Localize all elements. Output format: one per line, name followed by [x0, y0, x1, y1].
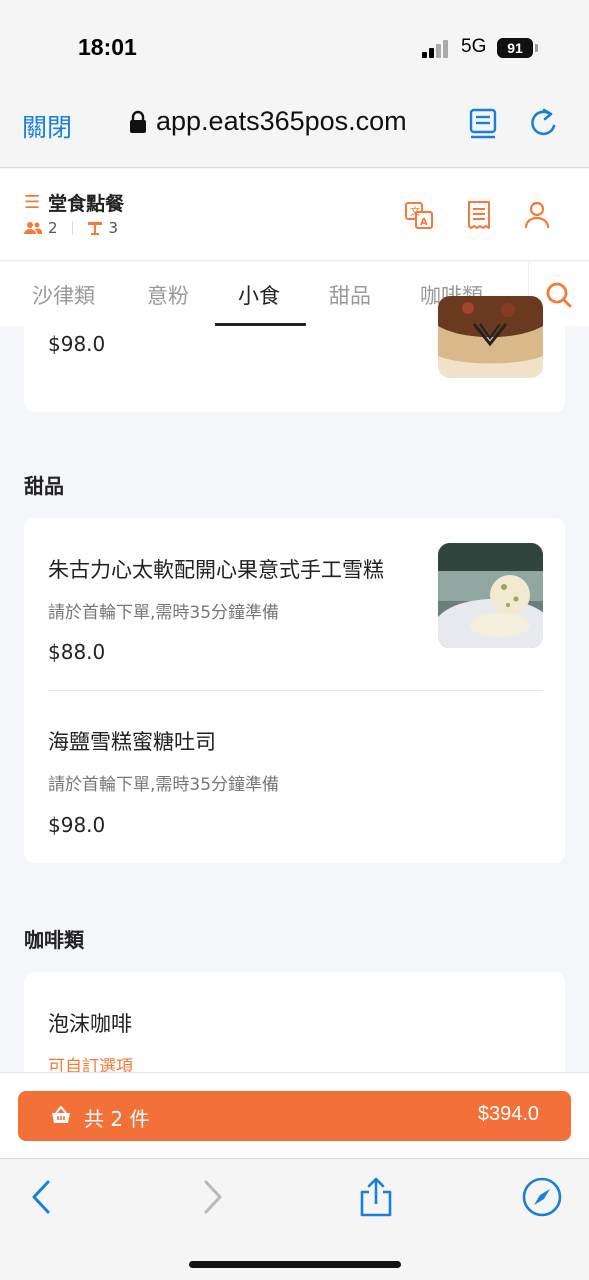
- tab-snacks[interactable]: 小食: [238, 280, 280, 310]
- item-price: $88.0: [48, 640, 106, 664]
- receipt-icon[interactable]: [464, 199, 494, 231]
- section-title-desserts: 甜品: [24, 474, 64, 498]
- compass-icon[interactable]: [522, 1177, 562, 1217]
- cart-count: 共 2 件: [84, 1107, 150, 1131]
- reader-icon[interactable]: [468, 106, 500, 142]
- item-thumbnail: [438, 296, 543, 378]
- home-indicator: [189, 1261, 401, 1268]
- back-icon[interactable]: [22, 1177, 62, 1217]
- item-name: 朱古力心太軟配開心果意式手工雪糕: [48, 558, 384, 582]
- item-name: 泡沫咖啡: [48, 1012, 132, 1036]
- user-icon[interactable]: [522, 199, 552, 231]
- table-info: 2 3: [24, 219, 118, 237]
- menu-icon: ☰: [24, 192, 41, 213]
- cart-total: $394.0: [477, 1103, 539, 1125]
- battery-icon: 91: [497, 38, 533, 58]
- guests-icon: [24, 222, 42, 234]
- status-bar: 18:01 5G 91: [0, 0, 589, 90]
- dessert-card: 朱古力心太軟配開心果意式手工雪糕 請於首輪下單,需時35分鐘準備 $88.0 海…: [24, 518, 565, 863]
- reload-icon[interactable]: [528, 106, 560, 142]
- item-note: 請於首輪下單,需時35分鐘準備: [48, 603, 280, 623]
- browser-toolbar: [0, 1158, 589, 1280]
- svg-text:文: 文: [410, 205, 420, 218]
- signal-icon: [422, 40, 452, 58]
- order-mode[interactable]: ☰ 堂食點餐: [24, 189, 124, 216]
- translate-icon[interactable]: 文 A: [404, 199, 434, 231]
- divider: [71, 221, 73, 235]
- share-icon[interactable]: [356, 1177, 396, 1217]
- svg-text:A: A: [420, 217, 428, 228]
- table-number: 3: [108, 219, 119, 237]
- item-note: 請於首輪下單,需時35分鐘準備: [48, 775, 280, 795]
- item-price: $98.0: [48, 813, 106, 837]
- menu-item-card[interactable]: $98.0: [24, 296, 565, 412]
- cart-area: 共 2 件 $394.0: [0, 1072, 589, 1158]
- section-title-coffee: 咖啡類: [24, 928, 84, 952]
- item-thumbnail: [438, 543, 543, 648]
- url-text: app.eats365pos.com: [156, 106, 407, 136]
- item-divider: [48, 690, 543, 691]
- forward-icon[interactable]: [192, 1177, 232, 1217]
- item-name: 海鹽雪糕蜜糖吐司: [48, 730, 216, 754]
- status-time: 18:01: [78, 34, 137, 60]
- close-button[interactable]: 關閉: [22, 108, 72, 144]
- tab-pasta[interactable]: 意粉: [147, 280, 189, 310]
- tab-desserts[interactable]: 甜品: [329, 280, 371, 310]
- app-header: ☰ 堂食點餐 2 3 文 A: [0, 169, 589, 261]
- network-type: 5G: [461, 36, 487, 57]
- guest-count: 2: [48, 219, 58, 237]
- battery-tip: [535, 44, 538, 52]
- item-price: $98.0: [48, 332, 106, 356]
- basket-icon: [52, 1106, 70, 1123]
- mode-title: 堂食點餐: [48, 193, 125, 215]
- browser-url-bar: 關閉 app.eats365pos.com: [0, 90, 589, 168]
- lock-icon: [130, 110, 146, 133]
- cart-button[interactable]: 共 2 件 $394.0: [18, 1091, 571, 1141]
- table-icon: [87, 222, 102, 235]
- url-field[interactable]: app.eats365pos.com: [128, 106, 407, 137]
- tab-salad[interactable]: 沙律類: [32, 280, 95, 310]
- search-icon[interactable]: [545, 280, 573, 310]
- coffee-card: 泡沫咖啡 可自訂選項: [24, 972, 565, 1077]
